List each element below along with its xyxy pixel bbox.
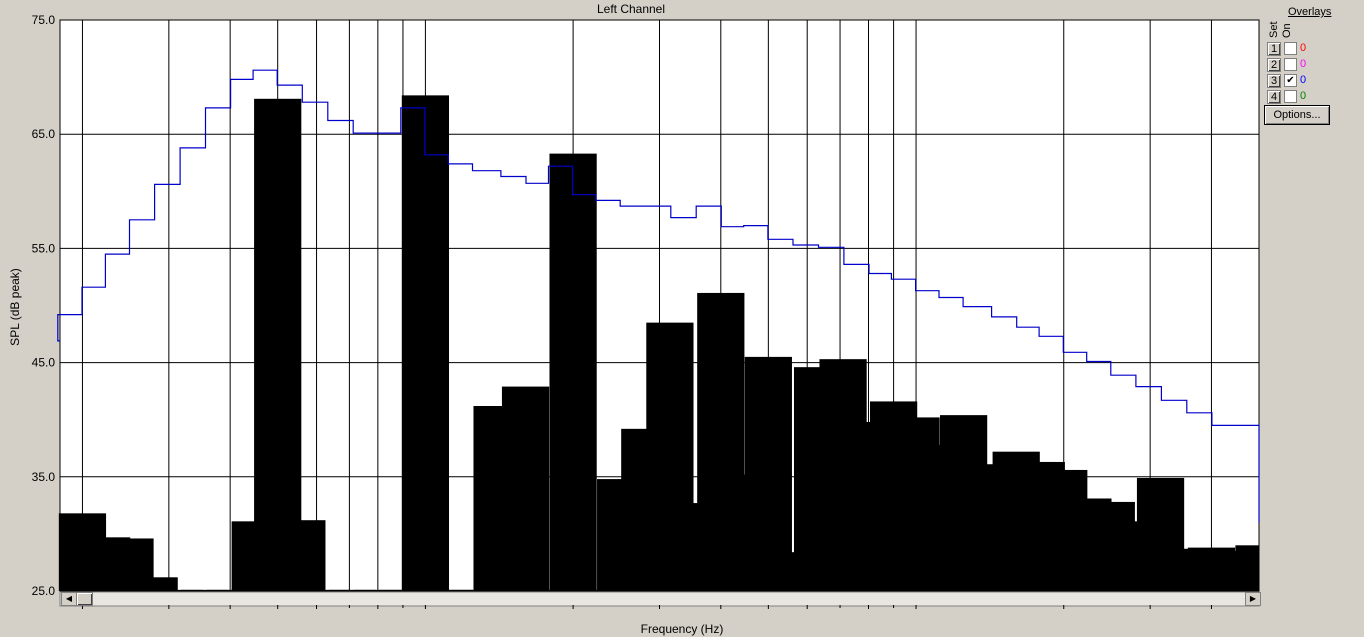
overlay-value-3: 0 [1300, 74, 1307, 86]
overlays-title: Overlays [1288, 6, 1332, 18]
set-column-label: Set [1268, 21, 1280, 38]
x-tick-label: 600 [797, 611, 817, 612]
bar [549, 153, 597, 591]
bar [401, 95, 450, 591]
x-tick-label: 4.0k [1200, 611, 1224, 612]
x-tick-label: 20 [76, 611, 90, 612]
overlay-value-4: 0 [1300, 90, 1307, 102]
y-axis-label: SPL (dB peak) [8, 268, 22, 346]
x-axis-label-text: Frequency (Hz) [640, 622, 724, 636]
y-tick-label: 25.0 [32, 584, 56, 598]
overlay-checkbox-4[interactable] [1284, 90, 1297, 103]
x-tick-label: 50 [271, 611, 285, 612]
x-tick-label: 1.0k [905, 611, 929, 612]
on-column-label: On [1281, 23, 1293, 38]
overlay-checkbox-2[interactable] [1284, 58, 1297, 71]
x-tick-label: 2.0k [1052, 611, 1076, 612]
scrollbar-thumb[interactable] [76, 592, 93, 606]
overlay-value-2: 0 [1300, 58, 1307, 70]
overlay-row-4: 4 0 [1267, 90, 1347, 106]
bar [130, 577, 178, 591]
scrollbar-track [59, 591, 1260, 607]
overlay-set-button-1[interactable]: 1 [1267, 42, 1281, 56]
y-tick-label: 55.0 [32, 241, 56, 255]
overlay-set-button-3[interactable]: 3 [1267, 74, 1281, 88]
x-tick-label: 100 [415, 611, 435, 612]
x-tick-label: 200 [563, 611, 583, 612]
y-tick-label: 75.0 [32, 13, 56, 27]
x-tick-label: 60 [310, 611, 324, 612]
overlay-row-1: 1 0 [1267, 42, 1347, 58]
x-tick-label: 40 [223, 611, 237, 612]
bar [254, 98, 302, 591]
bar [1235, 545, 1259, 591]
overlay-checkbox-3[interactable]: ✔ [1284, 74, 1297, 87]
arrow-left-icon[interactable]: ◀ [61, 592, 77, 606]
x-tick-label: 3.0k [1139, 611, 1163, 612]
y-tick-label: 65.0 [32, 127, 56, 141]
y-tick-label: 35.0 [32, 470, 56, 484]
x-tick-label: 300 [649, 611, 669, 612]
x-tick-label: 400 [711, 611, 731, 612]
x-tick-label: 500 [758, 611, 778, 612]
overlay-checkbox-1[interactable] [1284, 42, 1297, 55]
plot-area: 25.0 35.0 45.0 55.0 65.0 75.0 20 30 40 50 60 80 100 2… [32, 13, 1260, 612]
overlay-row-3: 3 ✔ 0 [1267, 74, 1347, 90]
arrow-right-icon[interactable]: ▶ [1245, 592, 1261, 606]
y-tick-label: 45.0 [32, 356, 56, 370]
overlay-row-2: 2 0 [1267, 58, 1347, 74]
overlay-set-button-4[interactable]: 4 [1267, 90, 1281, 104]
x-tick-label: 800 [858, 611, 878, 612]
x-tick-label: 30 [162, 611, 176, 612]
bar [278, 520, 326, 591]
overlay-value-1: 0 [1300, 42, 1307, 54]
overlay-set-button-2[interactable]: 2 [1267, 58, 1281, 72]
x-tick-label: 80 [371, 611, 385, 612]
bar [501, 386, 550, 591]
options-button[interactable]: Options... [1264, 105, 1330, 125]
